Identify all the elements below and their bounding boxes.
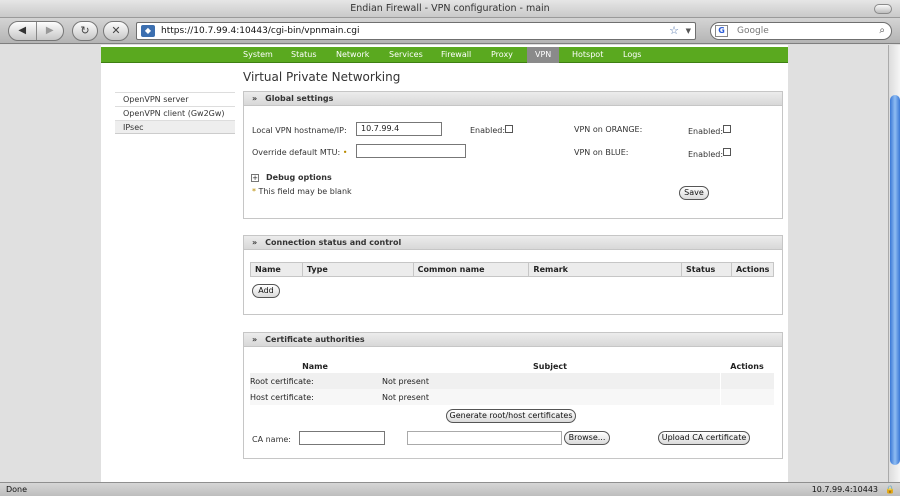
ca-row-subject: Not present bbox=[380, 389, 720, 405]
blue-enabled-label: Enabled: bbox=[688, 150, 724, 159]
sidebar-item-openvpn-client[interactable]: OpenVPN client (Gw2Gw) bbox=[115, 106, 235, 120]
bookmark-star-icon[interactable]: ☆ bbox=[669, 23, 679, 39]
ca-row-subject: Not present bbox=[380, 373, 720, 389]
connection-status-header[interactable]: » Connection status and control bbox=[244, 236, 782, 250]
enabled-checkbox[interactable] bbox=[505, 125, 513, 133]
ca-row-name: Host certificate: bbox=[250, 389, 380, 405]
page-viewport: System Status Network Services Firewall … bbox=[0, 45, 888, 482]
search-box[interactable]: G Google ⌕ bbox=[710, 22, 892, 40]
ca-column-subject: Subject bbox=[533, 361, 567, 371]
ca-name-input[interactable] bbox=[299, 431, 385, 445]
debug-options-label[interactable]: Debug options bbox=[266, 173, 332, 182]
collapse-chevron-icon: » bbox=[252, 238, 258, 247]
ca-column-name: Name bbox=[302, 361, 328, 371]
hostname-label: Local VPN hostname/IP: bbox=[252, 126, 347, 135]
collapse-chevron-icon: » bbox=[252, 335, 258, 344]
vertical-scrollbar[interactable] bbox=[888, 45, 900, 482]
status-host: 10.7.99.4:10443 bbox=[811, 485, 878, 494]
collapse-chevron-icon: » bbox=[252, 94, 258, 103]
lock-icon[interactable]: 🔒 bbox=[885, 485, 895, 494]
menu-item-status[interactable]: Status bbox=[291, 47, 317, 63]
menu-item-firewall[interactable]: Firewall bbox=[441, 47, 471, 63]
connection-status-panel: » Connection status and control Name Type… bbox=[243, 235, 783, 315]
column-type[interactable]: Type bbox=[301, 262, 414, 277]
window-title: Endian Firewall - VPN configuration - ma… bbox=[350, 3, 550, 14]
menu-item-vpn[interactable]: VPN bbox=[527, 47, 560, 63]
menu-item-network[interactable]: Network bbox=[336, 47, 369, 63]
vpn-orange-label: VPN on ORANGE: bbox=[574, 125, 643, 134]
search-engine-icon[interactable]: G bbox=[715, 25, 728, 37]
blank-field-note: * This field may be blank bbox=[252, 187, 352, 196]
forward-button[interactable]: ▶ bbox=[35, 22, 64, 40]
enabled-label: Enabled: bbox=[470, 126, 506, 135]
status-bar: Done 10.7.99.4:10443 🔒 bbox=[0, 482, 900, 496]
search-icon[interactable]: ⌕ bbox=[879, 23, 885, 39]
expand-debug-icon[interactable]: + bbox=[251, 174, 259, 182]
address-url[interactable]: https://10.7.99.4:10443/cgi-bin/vpnmain.… bbox=[161, 23, 360, 39]
table-row: Host certificate: Not present bbox=[250, 389, 774, 405]
column-common-name[interactable]: Common name bbox=[412, 262, 530, 277]
browser-toolbar: ◀ ▶ ↻ ✕ ◆ https://10.7.99.4:10443/cgi-bi… bbox=[0, 18, 900, 44]
ca-name-label: CA name: bbox=[252, 435, 291, 444]
blue-enabled-checkbox[interactable] bbox=[723, 148, 731, 156]
upload-ca-certificate-button[interactable]: Upload CA certificate bbox=[658, 431, 750, 445]
menu-item-services[interactable]: Services bbox=[389, 47, 423, 63]
hostname-input[interactable]: 10.7.99.4 bbox=[356, 122, 442, 136]
global-settings-header[interactable]: » Global settings bbox=[244, 92, 782, 106]
sidebar-item-openvpn-server[interactable]: OpenVPN server bbox=[115, 92, 235, 106]
nav-buttons: ◀ ▶ bbox=[8, 21, 64, 41]
browse-button[interactable]: Browse... bbox=[564, 431, 610, 445]
save-button[interactable]: Save bbox=[679, 186, 709, 200]
add-connection-button[interactable]: Add bbox=[252, 284, 280, 298]
page-title: Virtual Private Networking bbox=[243, 70, 401, 84]
address-bar[interactable]: ◆ https://10.7.99.4:10443/cgi-bin/vpnmai… bbox=[136, 22, 696, 40]
main-menu: System Status Network Services Firewall … bbox=[101, 47, 788, 63]
menu-item-proxy[interactable]: Proxy bbox=[491, 47, 513, 63]
search-input[interactable]: Google bbox=[737, 23, 769, 39]
mtu-input[interactable] bbox=[356, 144, 466, 158]
vpn-blue-label: VPN on BLUE: bbox=[574, 148, 629, 157]
site-identity-icon[interactable]: ◆ bbox=[141, 25, 155, 37]
reload-button[interactable]: ↻ bbox=[72, 21, 98, 41]
menu-item-logs[interactable]: Logs bbox=[623, 47, 641, 63]
ca-column-actions: Actions bbox=[730, 361, 764, 371]
global-settings-panel: » Global settings Local VPN hostname/IP: … bbox=[243, 91, 783, 219]
file-path-input[interactable] bbox=[407, 431, 562, 445]
status-text: Done bbox=[6, 485, 28, 494]
window-titlebar: Endian Firewall - VPN configuration - ma… bbox=[0, 0, 900, 18]
scrollbar-thumb[interactable] bbox=[890, 95, 900, 465]
url-dropdown-icon[interactable]: ▼ bbox=[686, 23, 691, 39]
sidebar-item-ipsec[interactable]: IPsec bbox=[115, 120, 235, 134]
stop-button[interactable]: ✕ bbox=[103, 21, 129, 41]
back-button[interactable]: ◀ bbox=[9, 22, 36, 40]
connections-table: Name Type Common name Remark Status Acti… bbox=[250, 262, 775, 277]
column-actions[interactable]: Actions bbox=[730, 262, 775, 277]
certificate-authorities-header[interactable]: » Certificate authorities bbox=[244, 333, 782, 347]
menu-item-system[interactable]: System bbox=[243, 47, 273, 63]
column-remark[interactable]: Remark bbox=[528, 262, 683, 277]
menu-item-hotspot[interactable]: Hotspot bbox=[572, 47, 603, 63]
column-name[interactable]: Name bbox=[250, 262, 303, 277]
optional-marker-icon: • bbox=[342, 148, 348, 157]
column-status[interactable]: Status bbox=[681, 262, 732, 277]
sidebar: OpenVPN server OpenVPN client (Gw2Gw) IP… bbox=[115, 92, 235, 134]
orange-enabled-checkbox[interactable] bbox=[723, 125, 731, 133]
table-row: Root certificate: Not present bbox=[250, 373, 774, 389]
orange-enabled-label: Enabled: bbox=[688, 127, 724, 136]
generate-certificates-button[interactable]: Generate root/host certificates bbox=[446, 409, 576, 423]
toolbar-toggle-button[interactable] bbox=[874, 4, 892, 14]
page-content: System Status Network Services Firewall … bbox=[101, 45, 788, 482]
ca-row-name: Root certificate: bbox=[250, 373, 380, 389]
certificate-authorities-panel: » Certificate authorities Name Subject Ac… bbox=[243, 332, 783, 459]
ca-table: Name Subject Actions Root certificate: N… bbox=[250, 359, 774, 405]
mtu-label: Override default MTU: • bbox=[252, 148, 348, 157]
